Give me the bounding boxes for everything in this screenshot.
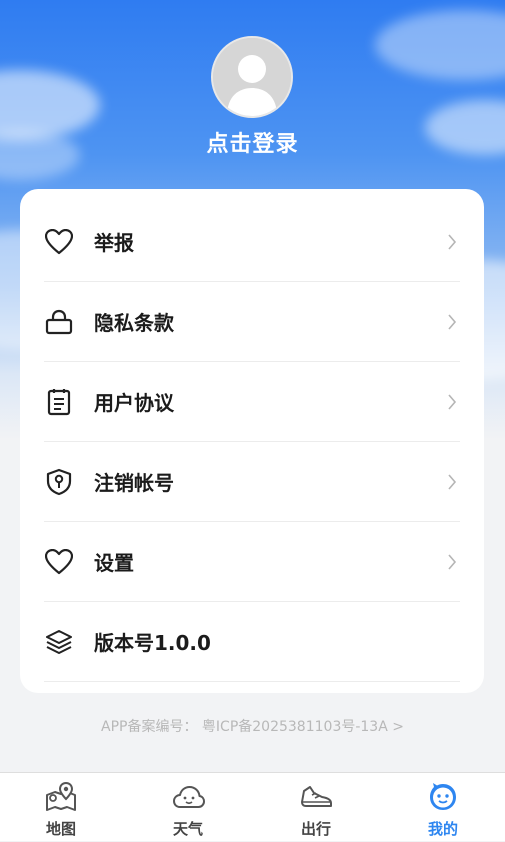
profile-face-icon xyxy=(427,781,459,813)
layers-icon xyxy=(44,627,74,657)
menu-item-label: 设置 xyxy=(94,551,134,575)
tab-travel[interactable]: 出行 xyxy=(271,773,361,842)
chevron-right-icon xyxy=(444,552,460,572)
lock-icon xyxy=(44,307,74,337)
version-label: 版本号1.0.0 xyxy=(94,631,211,655)
tab-label: 我的 xyxy=(427,820,458,838)
tab-map[interactable]: 地图 xyxy=(16,773,106,842)
tab-weather[interactable]: 天气 xyxy=(143,773,233,842)
shoe-icon xyxy=(300,781,332,813)
avatar[interactable] xyxy=(211,36,293,118)
menu-item-delete-account[interactable]: 注销帐号 xyxy=(44,442,460,522)
tab-mine[interactable]: 我的 xyxy=(398,773,488,842)
shield-icon xyxy=(44,467,74,497)
default-avatar-icon xyxy=(213,38,291,116)
menu-item-user-agreement[interactable]: 用户协议 xyxy=(44,362,460,442)
heart-icon xyxy=(44,227,74,257)
heart-icon xyxy=(44,547,74,577)
chevron-right-icon xyxy=(444,312,460,332)
menu-item-label: 用户协议 xyxy=(94,391,174,415)
login-link[interactable]: 点击登录 xyxy=(0,126,505,158)
menu-item-report[interactable]: 举报 xyxy=(44,202,460,282)
menu-item-version: 版本号1.0.0 xyxy=(44,602,460,682)
weather-icon xyxy=(172,781,205,813)
document-icon xyxy=(44,387,74,417)
bottom-tab-bar: 地图 天气 出行 我的 xyxy=(0,772,505,841)
map-icon xyxy=(45,781,77,813)
menu-item-label: 举报 xyxy=(94,231,134,255)
tab-label: 地图 xyxy=(45,820,76,838)
chevron-right-icon xyxy=(444,232,460,252)
icp-record-link[interactable]: APP备案编号： 粤ICP备2025381103号-13A > xyxy=(0,716,505,736)
chevron-right-icon xyxy=(444,392,460,412)
menu-item-privacy[interactable]: 隐私条款 xyxy=(44,282,460,362)
tab-label: 天气 xyxy=(172,820,203,838)
chevron-right-icon xyxy=(444,472,460,492)
menu-card: 举报 隐私条款 用户协议 注销帐号 设置 版本号1.0.0 xyxy=(20,189,484,693)
cloud-decoration xyxy=(375,10,505,80)
menu-item-label: 隐私条款 xyxy=(94,311,174,335)
menu-item-label: 注销帐号 xyxy=(94,471,174,495)
tab-label: 出行 xyxy=(300,820,331,838)
menu-item-settings[interactable]: 设置 xyxy=(44,522,460,602)
